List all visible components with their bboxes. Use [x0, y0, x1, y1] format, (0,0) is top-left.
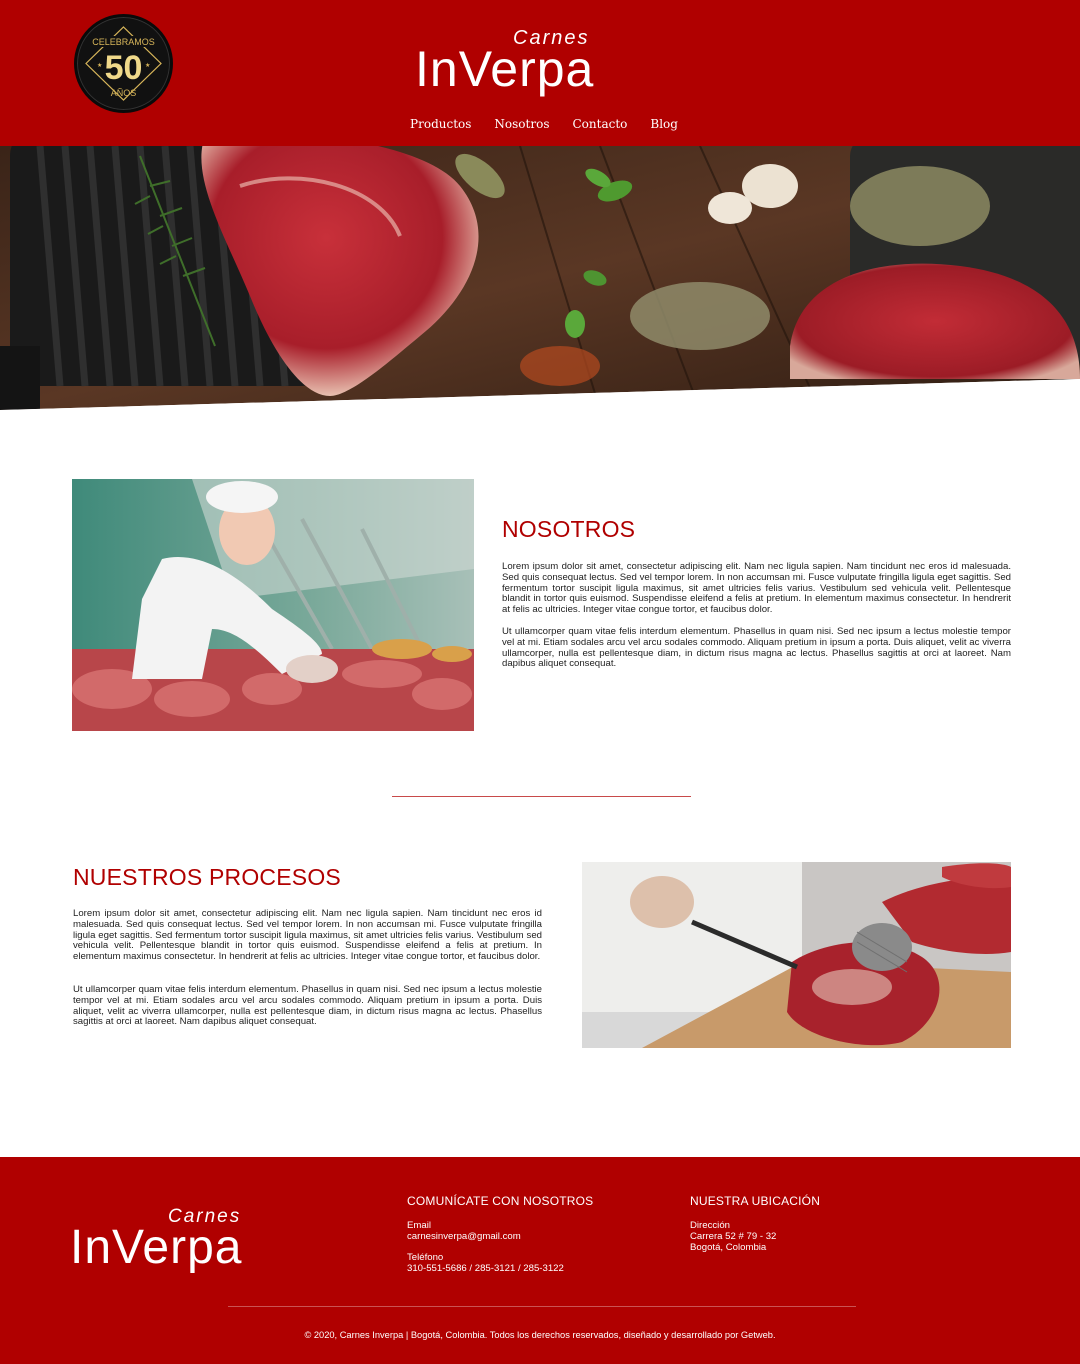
hero-banner — [0, 146, 1080, 410]
badge-star-icon: ★ — [145, 62, 150, 69]
footer-copyright: © 2020, Carnes Inverpa | Bogotá, Colombi… — [304, 1330, 776, 1340]
nosotros-paragraph-2: Ut ullamcorper quam vitae felis interdum… — [502, 626, 1011, 670]
site-logo[interactable]: Carnes InVerpa — [413, 18, 669, 98]
footer-email-label: Email — [407, 1220, 431, 1231]
footer-phone[interactable]: 310-551-5686 / 285-3121 / 285-3122 — [407, 1263, 593, 1274]
badge-top-text: CELEBRAMOS — [92, 37, 155, 47]
procesos-paragraph-1: Lorem ipsum dolor sit amet, consectetur … — [73, 908, 542, 963]
site-footer: Carnes InVerpa COMUNÍCATE CON NOSOTROS E… — [0, 1157, 1080, 1364]
footer-location: NUESTRA UBICACIÓN Dirección Carrera 52 #… — [690, 1194, 820, 1253]
footer-phone-label: Teléfono — [407, 1252, 444, 1263]
nav-productos[interactable]: Productos — [399, 117, 483, 131]
footer-contact: COMUNÍCATE CON NOSOTROS Email carnesinve… — [407, 1194, 593, 1274]
logo-big-text: InVerpa — [415, 41, 594, 97]
badge-bottom-text: AÑOS — [111, 88, 137, 98]
nav-contacto[interactable]: Contacto — [561, 117, 639, 131]
nav-blog[interactable]: Blog — [639, 117, 690, 131]
footer-email[interactable]: carnesinverpa@gmail.com — [407, 1231, 593, 1242]
footer-contact-title: COMUNÍCATE CON NOSOTROS — [407, 1194, 594, 1208]
butcher-cutting-meat-image — [582, 862, 1011, 1048]
site-header: CELEBRAMOS 50 AÑOS ★ ★ Carnes InVerpa Pr… — [0, 0, 1080, 146]
footer-divider — [228, 1306, 856, 1307]
butcher-woman-counter-image — [72, 479, 474, 731]
anniversary-badge: CELEBRAMOS 50 AÑOS ★ ★ — [74, 14, 173, 113]
footer-location-title: NUESTRA UBICACIÓN — [690, 1194, 821, 1208]
section-divider — [392, 796, 691, 797]
nav-nosotros[interactable]: Nosotros — [483, 117, 561, 131]
footer-logo-big-text: InVerpa — [70, 1221, 242, 1273]
nosotros-paragraph-1: Lorem ipsum dolor sit amet, consectetur … — [502, 561, 1011, 616]
badge-star-icon: ★ — [97, 62, 102, 69]
footer-address-line2: Bogotá, Colombia — [690, 1242, 767, 1253]
badge-number: 50 — [105, 49, 143, 87]
footer-logo[interactable]: Carnes InVerpa — [68, 1197, 324, 1273]
procesos-paragraph-2: Ut ullamcorper quam vitae felis interdum… — [73, 984, 542, 1028]
procesos-title: NUESTROS PROCESOS — [73, 864, 341, 890]
main-nav: Productos Nosotros Contacto Blog — [0, 117, 1080, 131]
hero-meat-board-image — [0, 146, 1080, 410]
nosotros-title: NOSOTROS — [502, 516, 636, 542]
footer-address-line1: Carrera 52 # 79 - 32 — [690, 1231, 777, 1242]
badge-graphic: CELEBRAMOS 50 AÑOS ★ ★ — [85, 26, 162, 101]
footer-address-label: Dirección — [690, 1220, 730, 1231]
